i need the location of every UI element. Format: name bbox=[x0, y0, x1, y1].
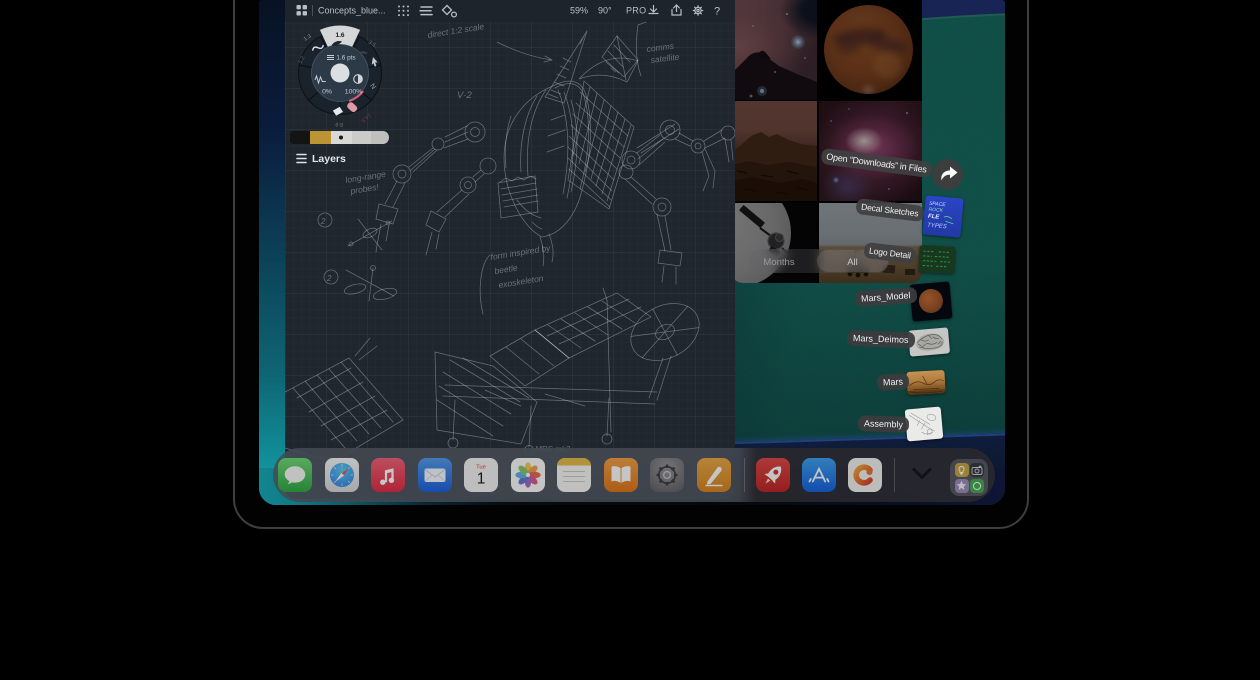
svg-text:2: 2 bbox=[326, 274, 332, 283]
svg-text:satellite: satellite bbox=[650, 52, 680, 65]
svg-text:1.6 pts: 1.6 pts bbox=[336, 55, 355, 62]
svg-text:Layers: Layers bbox=[312, 153, 346, 165]
svg-text:14.5: 14.5 bbox=[360, 112, 372, 123]
svg-text:100%: 100% bbox=[345, 89, 362, 96]
svg-text:V·2: V·2 bbox=[457, 90, 473, 101]
svg-text:exoskeleton: exoskeleton bbox=[498, 273, 545, 290]
svg-text:2: 2 bbox=[320, 217, 326, 226]
svg-text:form inspired by: form inspired by bbox=[490, 243, 552, 262]
svg-text:beetle: beetle bbox=[494, 262, 519, 276]
svg-text:1.3: 1.3 bbox=[303, 33, 313, 42]
svg-text:8.9: 8.9 bbox=[335, 121, 343, 128]
svg-text:1: 1 bbox=[477, 471, 486, 488]
svg-text:1.6: 1.6 bbox=[335, 32, 344, 39]
svg-text:TYPES: TYPES bbox=[927, 223, 947, 231]
svg-text:0%: 0% bbox=[322, 89, 332, 96]
svg-text:direct 1:2 scale: direct 1:2 scale bbox=[427, 21, 485, 40]
svg-text:FLE: FLE bbox=[928, 214, 941, 221]
